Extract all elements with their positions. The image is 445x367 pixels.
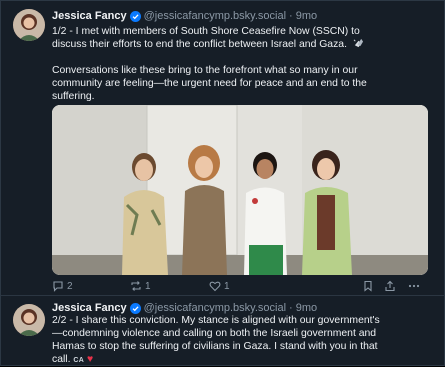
post-actions: 2 1 1 [52,279,432,293]
post-text-line: 2/2 - I share this conviction. My stance… [52,315,380,326]
post-text: 1/2 - I met with members of South Shore … [52,25,432,51]
avatar[interactable] [13,304,45,336]
author-name[interactable]: Jessica Fancy [52,302,127,314]
like-button[interactable]: 1 [209,279,230,293]
more-dots-icon [408,284,420,288]
post-time[interactable]: 9mo [296,10,317,22]
post-text-line: Hamas to stop the suffering of civilians… [52,341,378,352]
canada-flag-icon: CA [73,357,85,364]
post-image[interactable] [52,105,428,275]
post-2-text: 2/2 - I share this conviction. My stance… [52,314,432,367]
author-name[interactable]: Jessica Fancy [52,10,127,22]
post-text-line: community are feeling—the urgent need fo… [52,78,367,89]
verified-badge-icon [129,10,141,22]
post-text-line: 1/2 - I met with members of South Shore … [52,26,360,37]
bookmark-button[interactable] [362,279,377,293]
reply-button[interactable]: 2 [52,279,73,293]
red-heart-icon: ♥ [86,354,94,365]
clapping-hands-icon [353,38,363,48]
repost-button[interactable]: 1 [130,279,151,293]
like-count: 1 [224,280,230,292]
heart-icon [209,281,221,292]
post-text-line: suffering. [52,91,95,102]
separator-dot: · [289,10,293,22]
post-header: Jessica Fancy @jessicafancymp.bsky.socia… [52,301,317,315]
repost-icon [131,281,141,291]
post-time[interactable]: 9mo [296,302,317,314]
post-text-paragraph-2: Conversations like these bring to the fo… [52,64,432,103]
feed-thread: Jessica Fancy @jessicafancymp.bsky.socia… [0,0,445,366]
post-text-line: discuss their efforts to end the conflic… [52,38,432,51]
verified-badge-icon [129,302,141,314]
post-1[interactable]: Jessica Fancy @jessicafancymp.bsky.socia… [1,1,445,296]
bookmark-icon [364,280,372,292]
repost-count: 1 [145,280,151,292]
post-text-line: Conversations like these bring to the fo… [52,65,358,76]
post-text-line: call. CA ♥ [52,354,94,365]
reply-count: 2 [67,280,73,292]
reply-icon [53,281,63,292]
avatar[interactable] [13,9,45,41]
post-header: Jessica Fancy @jessicafancymp.bsky.socia… [52,9,317,23]
separator-dot: · [289,302,293,314]
author-handle[interactable]: @jessicafancymp.bsky.social [144,302,286,314]
more-options-button[interactable] [408,279,423,293]
share-icon [385,280,395,292]
post-text-line: —condemning violence and calling on both… [52,328,377,339]
author-handle[interactable]: @jessicafancymp.bsky.social [144,10,286,22]
share-button[interactable] [384,279,399,293]
